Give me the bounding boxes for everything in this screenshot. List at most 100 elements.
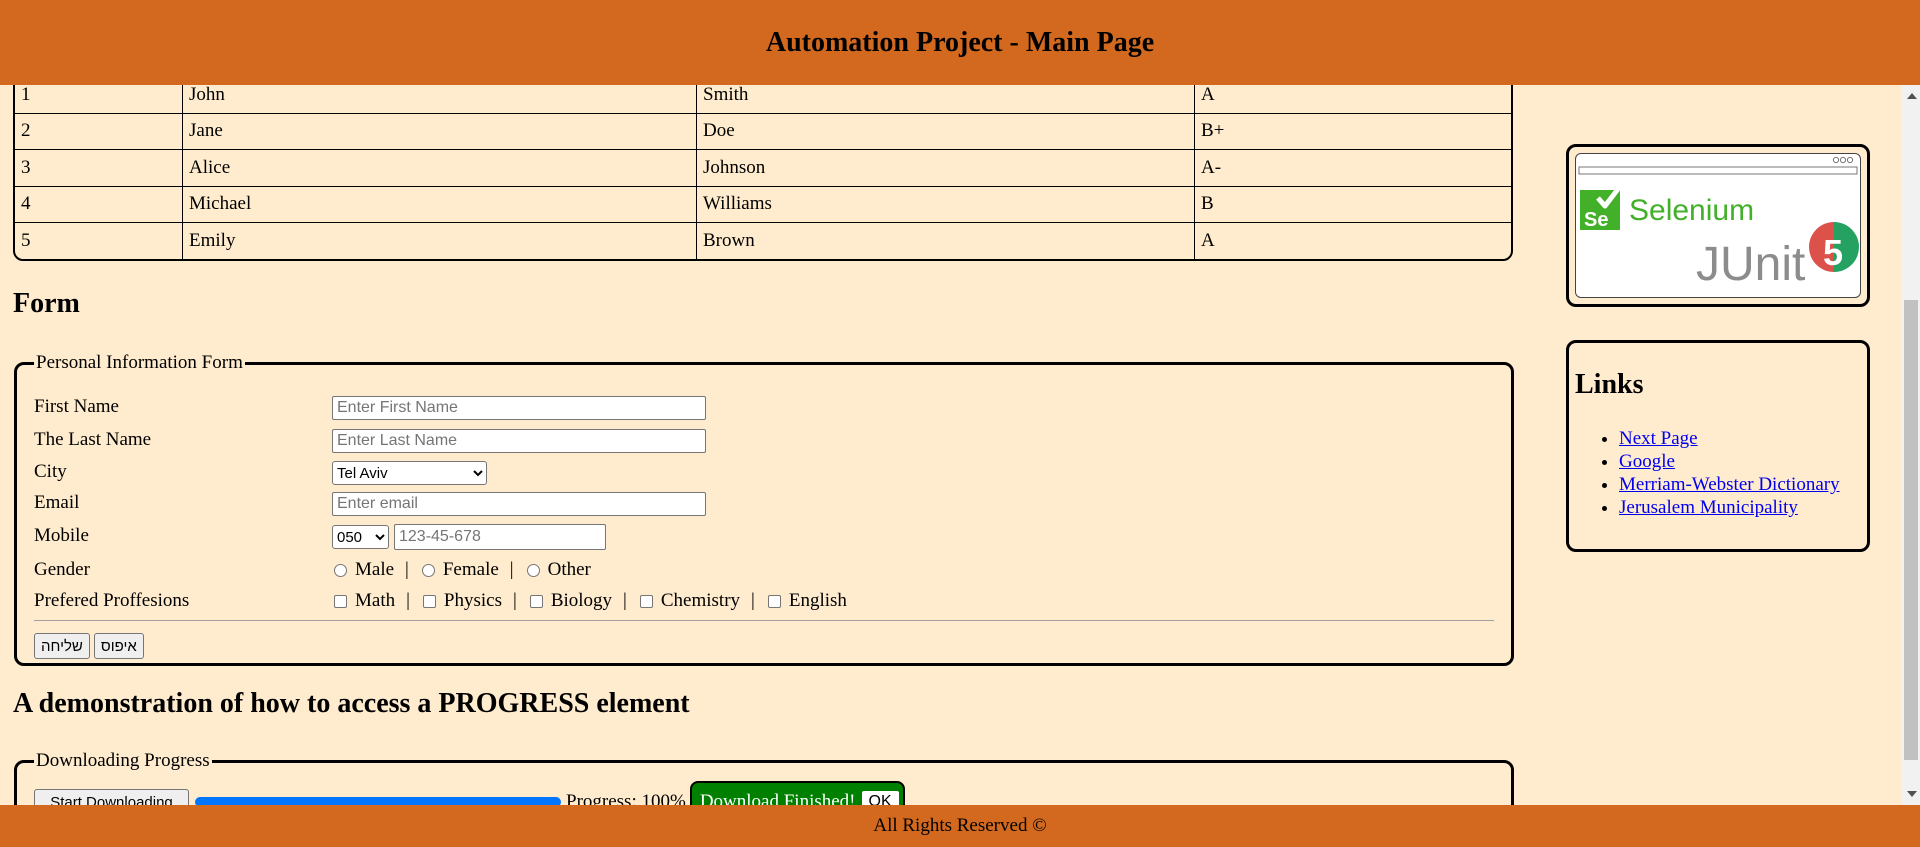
download-finished-text: Download Finished! [699,791,856,805]
window-dot-icon [1832,156,1840,164]
table-cell: Williams [696,185,1195,223]
table-cell: Michael [182,185,697,223]
list-item: Jerusalem Municipality [1619,496,1840,519]
profession-checkbox-math[interactable] [334,594,347,608]
footer-text: All Rights Reserved © [873,815,1047,836]
last-name-input[interactable] [332,429,706,453]
junit-logo-text: JUnit [1696,238,1805,291]
profession-checkbox-physics[interactable] [422,594,436,608]
progress-legend: Downloading Progress [36,750,210,771]
city-select[interactable]: Tel Aviv [332,461,487,485]
list-item: Merriam-Webster Dictionary [1619,473,1840,496]
table-cell: Jane [182,112,697,150]
link-merriam-webster[interactable]: Merriam-Webster Dictionary [1619,474,1840,495]
list-item: Next Page [1619,427,1840,450]
form-legend: Personal Information Form [36,352,243,373]
profession-option-label: English [788,590,847,611]
links-panel: Links Next Page Google Merriam-Webster D… [1566,340,1870,552]
junit-five-mark: 5 [1823,232,1843,273]
gender-option-label: Other [547,559,591,580]
ok-button[interactable]: OK [861,791,899,805]
table-cell: B [1194,185,1511,223]
window-dot-icon [1846,156,1854,164]
table-cell: Johnson [696,149,1195,187]
scroll-up-icon[interactable] [1907,93,1917,99]
links-title: Links [1575,369,1644,400]
main-content: 1 John Smith A 2 Jane Doe B+ 3 Alice Joh… [0,85,1902,805]
form-section-title: Form [13,288,80,319]
table-row: 2 Jane Doe B+ [15,112,1511,150]
gender-option-label: Male [355,559,395,580]
first-name-input[interactable] [332,396,706,420]
table-cell: 2 [15,112,183,150]
profession-checkbox-biology[interactable] [529,594,543,608]
list-item: Google [1619,450,1840,473]
profession-checkbox-english[interactable] [767,594,781,608]
gender-radio-male[interactable] [334,563,347,577]
mobile-prefix-select[interactable]: 050 [332,525,389,549]
progress-section-title: A demonstration of how to access a PROGR… [13,688,690,719]
personal-info-form: Personal Information Form First Name The… [14,352,1514,666]
table-cell: Alice [182,149,697,187]
table-cell: A [1194,85,1511,114]
table-row: 5 Emily Brown A [15,222,1511,259]
gender-radio-female[interactable] [421,563,435,577]
page-header: Automation Project - Main Page [0,0,1920,85]
table-row: 4 Michael Williams B [15,185,1511,223]
table-cell: A [1194,222,1511,259]
profession-option-label: Chemistry [660,590,741,611]
table-cell: John [182,85,697,114]
scroll-down-icon[interactable] [1907,791,1917,797]
table-cell: A- [1194,149,1511,187]
page-footer: All Rights Reserved © [0,805,1920,847]
table-cell: Smith [696,85,1195,114]
gender-options: Male | Female | Other [332,559,591,581]
download-progress-fieldset: Downloading Progress Start Downloading P… [14,750,1514,805]
email-label: Email [34,492,80,513]
grades-table: 1 John Smith A 2 Jane Doe B+ 3 Alice Joh… [13,85,1513,261]
table-row: 3 Alice Johnson A- [15,149,1511,187]
city-label: City [34,461,67,482]
mobile-number-input[interactable] [394,524,606,550]
link-jerusalem-municipality[interactable]: Jerusalem Municipality [1619,497,1798,518]
table-row: 1 John Smith A [15,85,1511,114]
selenium-mark-text: Se [1584,209,1608,231]
browser-window-illustration: Se Selenium JUnit 5 [1575,153,1861,298]
gender-radio-other[interactable] [526,563,540,577]
mobile-label: Mobile [34,525,89,546]
start-downloading-button[interactable]: Start Downloading [34,789,189,805]
scrollbar-thumb[interactable] [1904,300,1918,760]
profession-checkbox-chemistry[interactable] [639,594,653,608]
table-cell: Doe [696,112,1195,150]
page-title: Automation Project - Main Page [765,26,1155,58]
form-divider [34,620,1494,621]
first-name-label: First Name [34,396,119,417]
selenium-junit-logo: Se Selenium JUnit 5 [1578,156,1859,291]
table-cell: 3 [15,149,183,187]
email-input[interactable] [332,492,706,516]
table-cell: 1 [15,85,183,114]
window-dot-icon [1839,156,1847,164]
link-next-page[interactable]: Next Page [1619,428,1698,449]
profession-options: Math | Physics | Biology | Chemistry | E… [332,590,847,612]
page-scrollbar[interactable] [1902,85,1920,805]
gender-option-label: Female [442,559,499,580]
profession-option-label: Math [355,590,396,611]
profession-option-label: Biology [550,590,613,611]
table-cell: 5 [15,222,183,259]
professions-label: Prefered Proffesions [34,590,190,611]
profession-option-label: Physics [443,590,502,611]
logo-panel: Se Selenium JUnit 5 [1566,144,1870,307]
table-cell: B+ [1194,112,1511,150]
last-name-label: The Last Name [34,429,152,450]
table-cell: Emily [182,222,697,259]
links-list: Next Page Google Merriam-Webster Diction… [1575,427,1840,519]
selenium-logo-text: Selenium [1629,194,1754,227]
table-cell: Brown [696,222,1195,259]
progress-status-text: Progress: 100% [566,791,686,805]
submit-button[interactable]: שליחה [34,633,90,659]
gender-label: Gender [34,559,90,580]
download-progress-bar [195,797,561,805]
reset-button[interactable]: איפוס [93,633,144,659]
link-google[interactable]: Google [1619,451,1675,472]
